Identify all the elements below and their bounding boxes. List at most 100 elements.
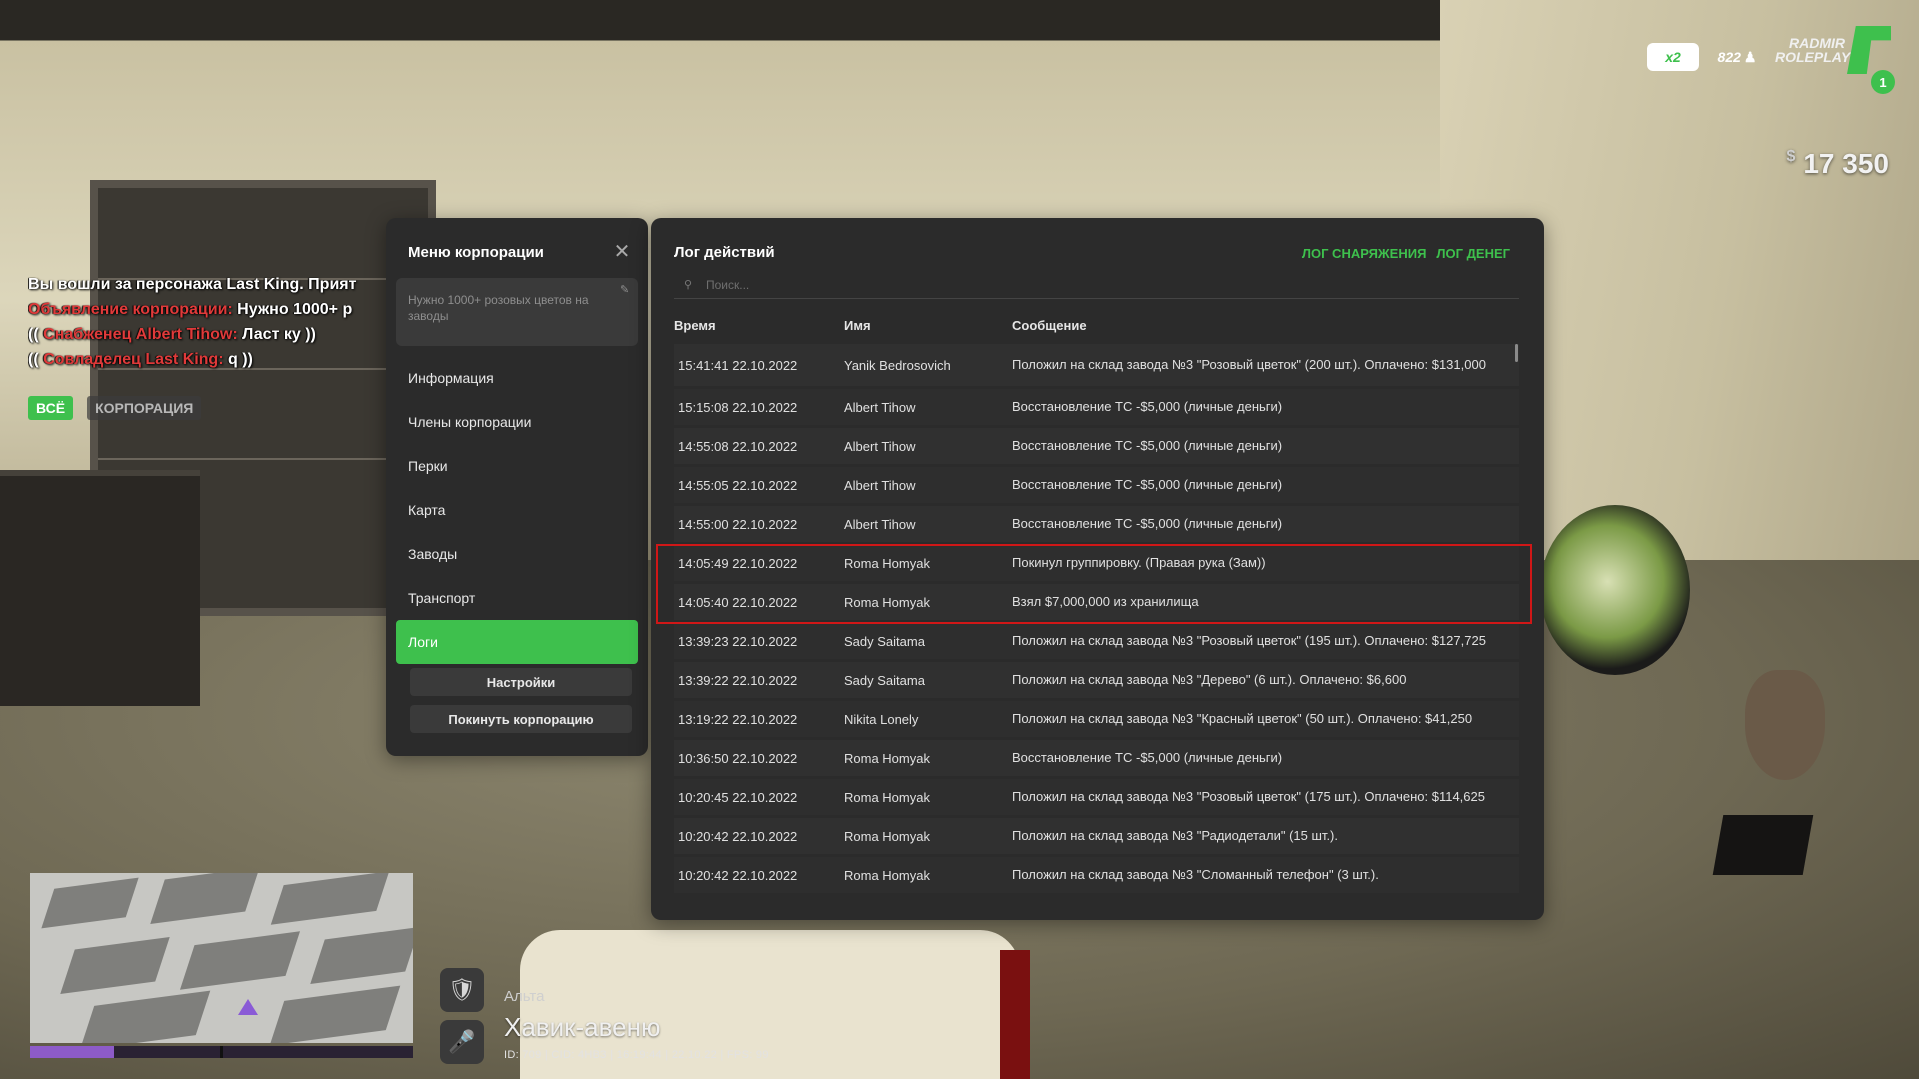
- nav-item-info[interactable]: Информация: [396, 356, 638, 400]
- log-message: Восстановление ТС -$5,000 (личные деньги…: [1012, 516, 1283, 531]
- highlight-box: [656, 544, 1532, 624]
- log-time: 13:39:22 22.10.2022: [678, 672, 798, 688]
- nav-item-transport[interactable]: Транспорт: [396, 576, 638, 620]
- log-name: Sady Saitama: [844, 672, 925, 688]
- log-row: 10:20:42 22.10.2022 Roma Homyak Положил на…: [674, 857, 1519, 893]
- location-street: Хавик-авеню: [504, 1012, 661, 1042]
- money-display: $17 350: [1786, 148, 1889, 180]
- edit-icon[interactable]: ✎: [620, 284, 632, 296]
- minimap-status-bar: [30, 1046, 413, 1058]
- log-name: Sady Saitama: [844, 633, 925, 649]
- log-row: 13:19:22 22.10.2022 Nikita Lonely Положил …: [674, 701, 1519, 737]
- currency-icon: $: [1786, 148, 1796, 165]
- person-icon: ♟: [1743, 48, 1757, 65]
- corporation-nav: Информация Члены корпорации Перки Карта …: [386, 356, 648, 664]
- log-name: Albert Tihow: [844, 438, 916, 454]
- settings-button[interactable]: Настройки: [410, 668, 632, 696]
- shield-icon[interactable]: 🛡: [440, 968, 484, 1012]
- log-time: 14:55:08 22.10.2022: [678, 438, 798, 454]
- log-name: Roma Homyak: [844, 828, 930, 844]
- online-counter: 822 ♟: [1717, 43, 1757, 71]
- log-search: ⚲: [674, 272, 1519, 299]
- log-name: Nikita Lonely: [844, 711, 919, 727]
- log-title: Лог действий: [674, 244, 775, 261]
- chat-line: Вы вошли за персонажа Last King. Прият: [28, 276, 357, 293]
- log-row: 13:39:23 22.10.2022 Sady Saitama Положил н…: [674, 623, 1519, 659]
- server-logo: RADMIR ROLEPLAY 1: [1775, 22, 1895, 94]
- log-message: Положил на склад завода №3 "Розовый цвет…: [1012, 633, 1486, 648]
- log-message: Восстановление ТС -$5,000 (личные деньги…: [1012, 477, 1283, 492]
- column-time: Время: [674, 318, 716, 333]
- log-time: 13:19:22 22.10.2022: [678, 711, 798, 727]
- corporation-menu: Меню корпорации ✕ Нужно 1000+ розовых цв…: [386, 218, 648, 756]
- equipment-log-link[interactable]: ЛОГ СНАРЯЖЕНИЯ: [1302, 246, 1427, 261]
- log-row: 10:20:42 22.10.2022 Roma Homyak Положил на…: [674, 818, 1519, 854]
- logo-line2: ROLEPLAY: [1775, 49, 1851, 65]
- log-row: 13:39:22 22.10.2022 Sady Saitama Положил н…: [674, 662, 1519, 698]
- mask-statue: [1745, 670, 1825, 780]
- log-message: Положил на склад завода №3 "Красный цвет…: [1012, 711, 1473, 726]
- log-row: 14:55:08 22.10.2022 Albert Tihow Восстанов…: [674, 428, 1519, 464]
- log-name: Yanik Bedrosovich: [844, 357, 951, 373]
- log-scrollbar[interactable]: [1515, 344, 1518, 362]
- top-hud: x2 822 ♟ RADMIR ROLEPLAY 1: [1647, 22, 1895, 94]
- chat-line: (( Совладелец Last King: q )): [28, 351, 253, 368]
- close-icon[interactable]: ✕: [612, 242, 632, 262]
- log-time: 10:36:50 22.10.2022: [678, 750, 798, 766]
- log-time: 10:20:45 22.10.2022: [678, 789, 798, 805]
- log-message: Положил на склад завода №3 "Дерево" (6 ш…: [1012, 672, 1407, 687]
- log-name: Albert Tihow: [844, 399, 916, 415]
- log-name: Roma Homyak: [844, 789, 930, 805]
- log-message: Положил на склад завода №3 "Розовый цвет…: [1012, 789, 1485, 804]
- log-row: 15:41:41 22.10.2022 Yanik Bedrosovich Поло…: [674, 344, 1519, 386]
- microphone-icon[interactable]: 🎤: [440, 1020, 484, 1064]
- log-time: 14:55:05 22.10.2022: [678, 477, 798, 493]
- money-value: 17 350: [1803, 148, 1889, 179]
- log-row: 10:20:45 22.10.2022 Roma Homyak Положил на…: [674, 779, 1519, 815]
- nav-item-members[interactable]: Члены корпорации: [396, 400, 638, 444]
- money-log-link[interactable]: ЛОГ ДЕНЕГ: [1436, 246, 1510, 261]
- log-row: 14:55:00 22.10.2022 Albert Tihow Восстанов…: [674, 506, 1519, 542]
- leave-corporation-button[interactable]: Покинуть корпорацию: [410, 705, 632, 733]
- search-input[interactable]: [704, 277, 1488, 293]
- log-time: 14:55:00 22.10.2022: [678, 516, 798, 532]
- log-name: Albert Tihow: [844, 477, 916, 493]
- log-message: Восстановление ТС -$5,000 (личные деньги…: [1012, 438, 1283, 453]
- log-time: 15:15:08 22.10.2022: [678, 399, 798, 415]
- log-time: 10:20:42 22.10.2022: [678, 828, 798, 844]
- x2-bonus-badge: x2: [1647, 43, 1699, 71]
- search-icon: ⚲: [684, 279, 693, 291]
- nav-item-factories[interactable]: Заводы: [396, 532, 638, 576]
- log-message: Положил на склад завода №3 "Сломанный те…: [1012, 867, 1379, 882]
- chat-tab-all[interactable]: ВСЁ: [28, 396, 74, 420]
- status-bar-fill: [30, 1046, 115, 1058]
- log-row: 15:15:08 22.10.2022 Albert Tihow Восстанов…: [674, 389, 1519, 425]
- player-info-line: ID: 709 | CID: 4НВЗ | 16:19:44 | 22.10.2…: [504, 1049, 769, 1061]
- log-message: Положил на склад завода №3 "Розовый цвет…: [1012, 357, 1486, 372]
- log-row: 14:55:05 22.10.2022 Albert Tihow Восстанов…: [674, 467, 1519, 503]
- announcement-text: Нужно 1000+ розовых цветов на заводы: [408, 293, 589, 323]
- log-time: 13:39:23 22.10.2022: [678, 633, 798, 649]
- log-message: Восстановление ТС -$5,000 (личные деньги…: [1012, 399, 1283, 414]
- nav-item-logs[interactable]: Логи: [396, 620, 638, 664]
- log-name: Albert Tihow: [844, 516, 916, 532]
- player-marker-icon: [238, 999, 258, 1015]
- log-time: 10:20:42 22.10.2022: [678, 867, 798, 883]
- corporation-announcement[interactable]: Нужно 1000+ розовых цветов на заводы ✎: [396, 278, 638, 346]
- location-zone: Альта: [504, 988, 545, 1005]
- column-name: Имя: [844, 318, 871, 333]
- chat-tabs: ВСЁ КОРПОРАЦИЯ: [28, 396, 202, 420]
- chat-line: (( Снабженец Albert Tihow: Ласт ку )): [28, 326, 316, 343]
- bed-edge: [1000, 950, 1030, 1079]
- chat-box: Вы вошли за персонажа Last King. Прият О…: [28, 272, 388, 372]
- chat-tab-corporation[interactable]: КОРПОРАЦИЯ: [87, 396, 202, 420]
- minimap: [30, 873, 413, 1043]
- cabinet: [0, 470, 200, 706]
- logo-mark: [1847, 26, 1891, 74]
- server-number: 1: [1871, 70, 1895, 94]
- nav-item-map[interactable]: Карта: [396, 488, 638, 532]
- nav-item-perks[interactable]: Перки: [396, 444, 638, 488]
- log-time: 15:41:41 22.10.2022: [678, 357, 798, 373]
- corporation-menu-title: Меню корпорации: [408, 244, 544, 261]
- column-message: Сообщение: [1012, 318, 1087, 333]
